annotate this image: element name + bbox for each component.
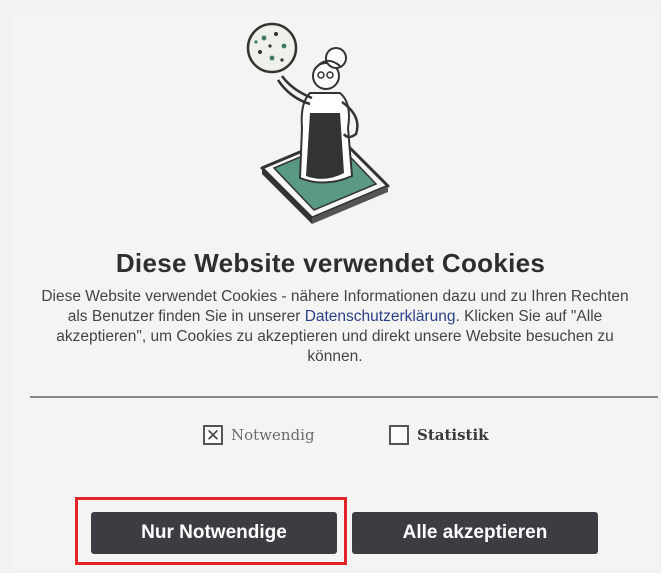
accept-all-button[interactable]: Alle akzeptieren xyxy=(352,512,598,554)
option-label-statistik: Statistik xyxy=(417,426,489,444)
divider xyxy=(30,396,658,398)
highlight-box xyxy=(75,497,347,565)
option-label-notwendig: Notwendig xyxy=(231,426,315,444)
option-statistik[interactable]: Statistik xyxy=(389,425,489,445)
baker-with-cookie-illustration xyxy=(246,22,390,224)
banner-title: Diese Website verwendet Cookies xyxy=(115,248,546,278)
cookie-options: ✕ Notwendig Statistik xyxy=(0,425,661,453)
checkbox-notwendig[interactable]: ✕ xyxy=(203,425,223,445)
privacy-policy-link[interactable]: Datenschutzerklärung xyxy=(305,308,456,325)
banner-description: Diese Website verwendet Cookies - nähere… xyxy=(40,287,630,367)
cookie-icon xyxy=(246,22,298,74)
checkbox-statistik[interactable] xyxy=(389,425,409,445)
option-notwendig[interactable]: ✕ Notwendig xyxy=(203,425,315,445)
